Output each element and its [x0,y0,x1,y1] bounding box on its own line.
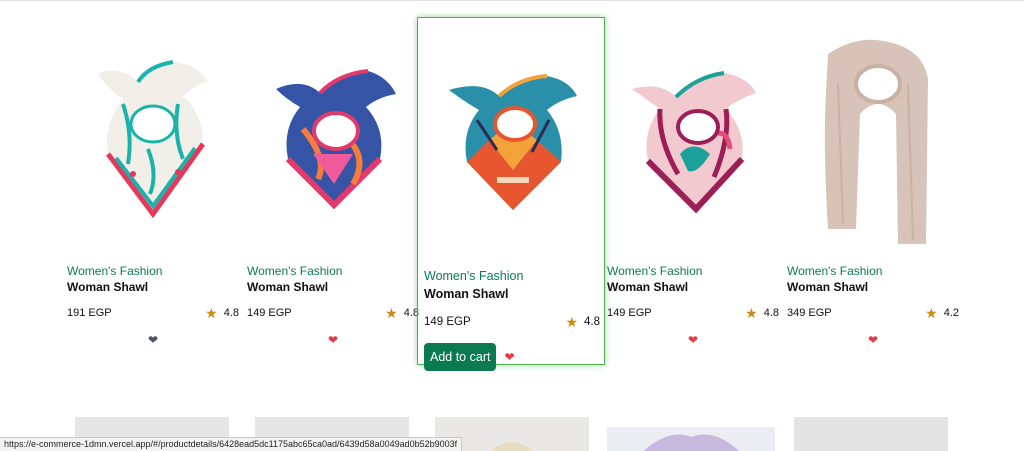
product-card[interactable]: Women's Fashion Woman Shawl 149 EGP ★ 4.… [599,17,787,365]
product-price: 349 EGP [787,307,832,319]
product-image[interactable] [607,17,779,261]
star-icon: ★ [925,305,938,321]
product-actions: ❤ [607,334,779,346]
product-rating: ★ 4.8 [205,306,239,320]
add-to-cart-button[interactable]: Add to cart [424,343,497,371]
product-price: 149 EGP [607,307,652,319]
product-actions: ❤ [787,334,959,346]
product-title[interactable]: Woman Shawl [607,280,779,294]
scarf-image [824,39,928,244]
product-actions: ❤ [247,334,419,346]
product-category[interactable]: Women's Fashion [787,264,959,278]
product-title[interactable]: Woman Shawl [424,287,600,301]
heart-icon[interactable]: ❤ [868,334,878,346]
star-icon: ★ [205,305,218,321]
product-card[interactable]: Women's Fashion Woman Shawl 349 EGP ★ 4.… [779,17,967,365]
heart-icon[interactable]: ❤ [148,334,158,346]
product-card[interactable]: Women's Fashion Woman Shawl 149 EGP ★ 4.… [239,17,427,365]
product-rating: ★ 4.8 [565,315,600,329]
product-card-hovered[interactable]: Women's Fashion Woman Shawl 149 EGP ★ 4.… [417,17,605,371]
product-image[interactable] [247,17,419,261]
product-actions: ❤ [67,334,239,346]
product-title[interactable]: Woman Shawl [247,280,419,294]
rating-value: 4.2 [943,307,959,319]
product-price: 191 EGP [67,307,112,319]
product-thumbnail[interactable] [794,417,948,451]
product-actions: Add to cart ❤ [424,343,600,371]
star-icon: ★ [565,314,578,330]
product-category[interactable]: Women's Fashion [67,264,239,278]
star-icon: ★ [745,305,758,321]
heart-icon[interactable]: ❤ [504,351,514,363]
heart-icon[interactable]: ❤ [328,334,338,346]
product-rating: ★ 4.8 [745,306,779,320]
product-category[interactable]: Women's Fashion [247,264,419,278]
browser-status-bar: https://e-commerce-1dmn.vercel.app/#/pro… [0,437,463,451]
product-meta: 149 EGP ★ 4.8 [247,306,419,320]
product-rating: ★ 4.8 [385,306,419,320]
top-divider [0,0,1024,1]
product-price: 149 EGP [424,316,471,328]
product-image[interactable] [787,17,959,261]
scarf-image [632,71,756,214]
rating-value: 4.8 [223,307,239,319]
product-category[interactable]: Women's Fashion [607,264,779,278]
scarf-image [98,60,208,219]
star-icon: ★ [385,305,398,321]
product-meta: 149 EGP ★ 4.8 [607,306,779,320]
product-rating: ★ 4.2 [925,306,959,320]
product-image[interactable] [67,17,239,261]
product-meta: 191 EGP ★ 4.8 [67,306,239,320]
rating-value: 4.8 [763,307,779,319]
product-thumbnail[interactable] [607,427,775,451]
rating-value: 4.8 [584,316,600,328]
product-card[interactable]: Women's Fashion Woman Shawl 191 EGP ★ 4.… [59,17,247,365]
product-title[interactable]: Woman Shawl [67,280,239,294]
scarf-image [449,74,577,210]
product-category[interactable]: Women's Fashion [424,269,600,283]
product-image[interactable] [424,18,600,262]
heart-icon[interactable]: ❤ [688,334,698,346]
product-price: 149 EGP [247,307,292,319]
scarf-image [276,69,396,210]
product-meta: 149 EGP ★ 4.8 [424,315,600,329]
product-image-partial [643,434,739,451]
product-meta: 349 EGP ★ 4.2 [787,306,959,320]
product-title[interactable]: Woman Shawl [787,280,959,294]
